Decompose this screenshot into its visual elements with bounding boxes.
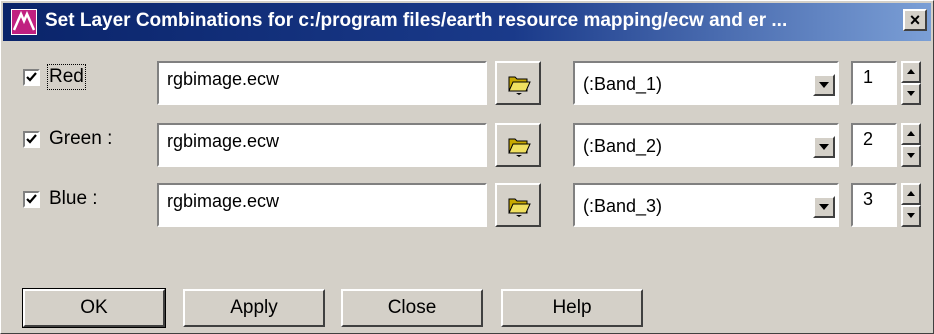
blue-checkbox[interactable] bbox=[23, 191, 40, 208]
chevron-down-icon[interactable] bbox=[813, 74, 835, 96]
dialog-window: Set Layer Combinations for c:/program fi… bbox=[0, 0, 934, 334]
chevron-down-icon[interactable] bbox=[813, 196, 835, 218]
red-label: Red bbox=[47, 64, 86, 90]
band-row-red: Red rgbimage.ecw (:Band_1) 1 bbox=[1, 61, 934, 111]
apply-button[interactable]: Apply bbox=[183, 289, 325, 327]
green-file-input[interactable]: rgbimage.ecw bbox=[157, 123, 487, 167]
red-browse-button[interactable] bbox=[495, 61, 541, 105]
window-title: Set Layer Combinations for c:/program fi… bbox=[45, 10, 788, 31]
spin-down-icon[interactable] bbox=[901, 83, 921, 105]
band-row-green: Green : rgbimage.ecw (:Band_2) 2 bbox=[1, 123, 934, 173]
chevron-down-icon[interactable] bbox=[813, 136, 835, 158]
spin-down-icon[interactable] bbox=[901, 205, 921, 227]
blue-label: Blue : bbox=[49, 188, 98, 209]
red-band-value: (:Band_1) bbox=[583, 74, 663, 94]
green-label: Green : bbox=[49, 128, 113, 149]
close-window-button[interactable]: × bbox=[903, 9, 927, 31]
close-button[interactable]: Close bbox=[341, 289, 483, 327]
blue-file-input[interactable]: rgbimage.ecw bbox=[157, 183, 487, 227]
help-button[interactable]: Help bbox=[501, 289, 643, 327]
blue-browse-button[interactable] bbox=[495, 183, 541, 227]
blue-band-select[interactable]: (:Band_3) bbox=[573, 183, 839, 227]
red-file-input[interactable]: rgbimage.ecw bbox=[157, 61, 487, 105]
green-checkbox[interactable] bbox=[23, 131, 40, 148]
band-row-blue: Blue : rgbimage.ecw (:Band_3) 3 bbox=[1, 183, 934, 233]
red-band-select[interactable]: (:Band_1) bbox=[573, 61, 839, 105]
spin-up-icon[interactable] bbox=[901, 183, 921, 205]
green-index-input[interactable]: 2 bbox=[851, 123, 897, 167]
ok-button[interactable]: OK bbox=[22, 288, 166, 328]
spin-up-icon[interactable] bbox=[901, 61, 921, 83]
green-band-value: (:Band_2) bbox=[583, 136, 663, 156]
spin-up-icon[interactable] bbox=[901, 123, 921, 145]
title-bar[interactable]: Set Layer Combinations for c:/program fi… bbox=[3, 3, 931, 41]
green-browse-button[interactable] bbox=[495, 123, 541, 167]
red-checkbox[interactable] bbox=[23, 69, 40, 86]
layers-app-icon bbox=[11, 9, 37, 35]
spin-down-icon[interactable] bbox=[901, 145, 921, 167]
blue-band-value: (:Band_3) bbox=[583, 196, 663, 216]
green-band-select[interactable]: (:Band_2) bbox=[573, 123, 839, 167]
red-index-input[interactable]: 1 bbox=[851, 61, 897, 105]
blue-index-input[interactable]: 3 bbox=[851, 183, 897, 227]
